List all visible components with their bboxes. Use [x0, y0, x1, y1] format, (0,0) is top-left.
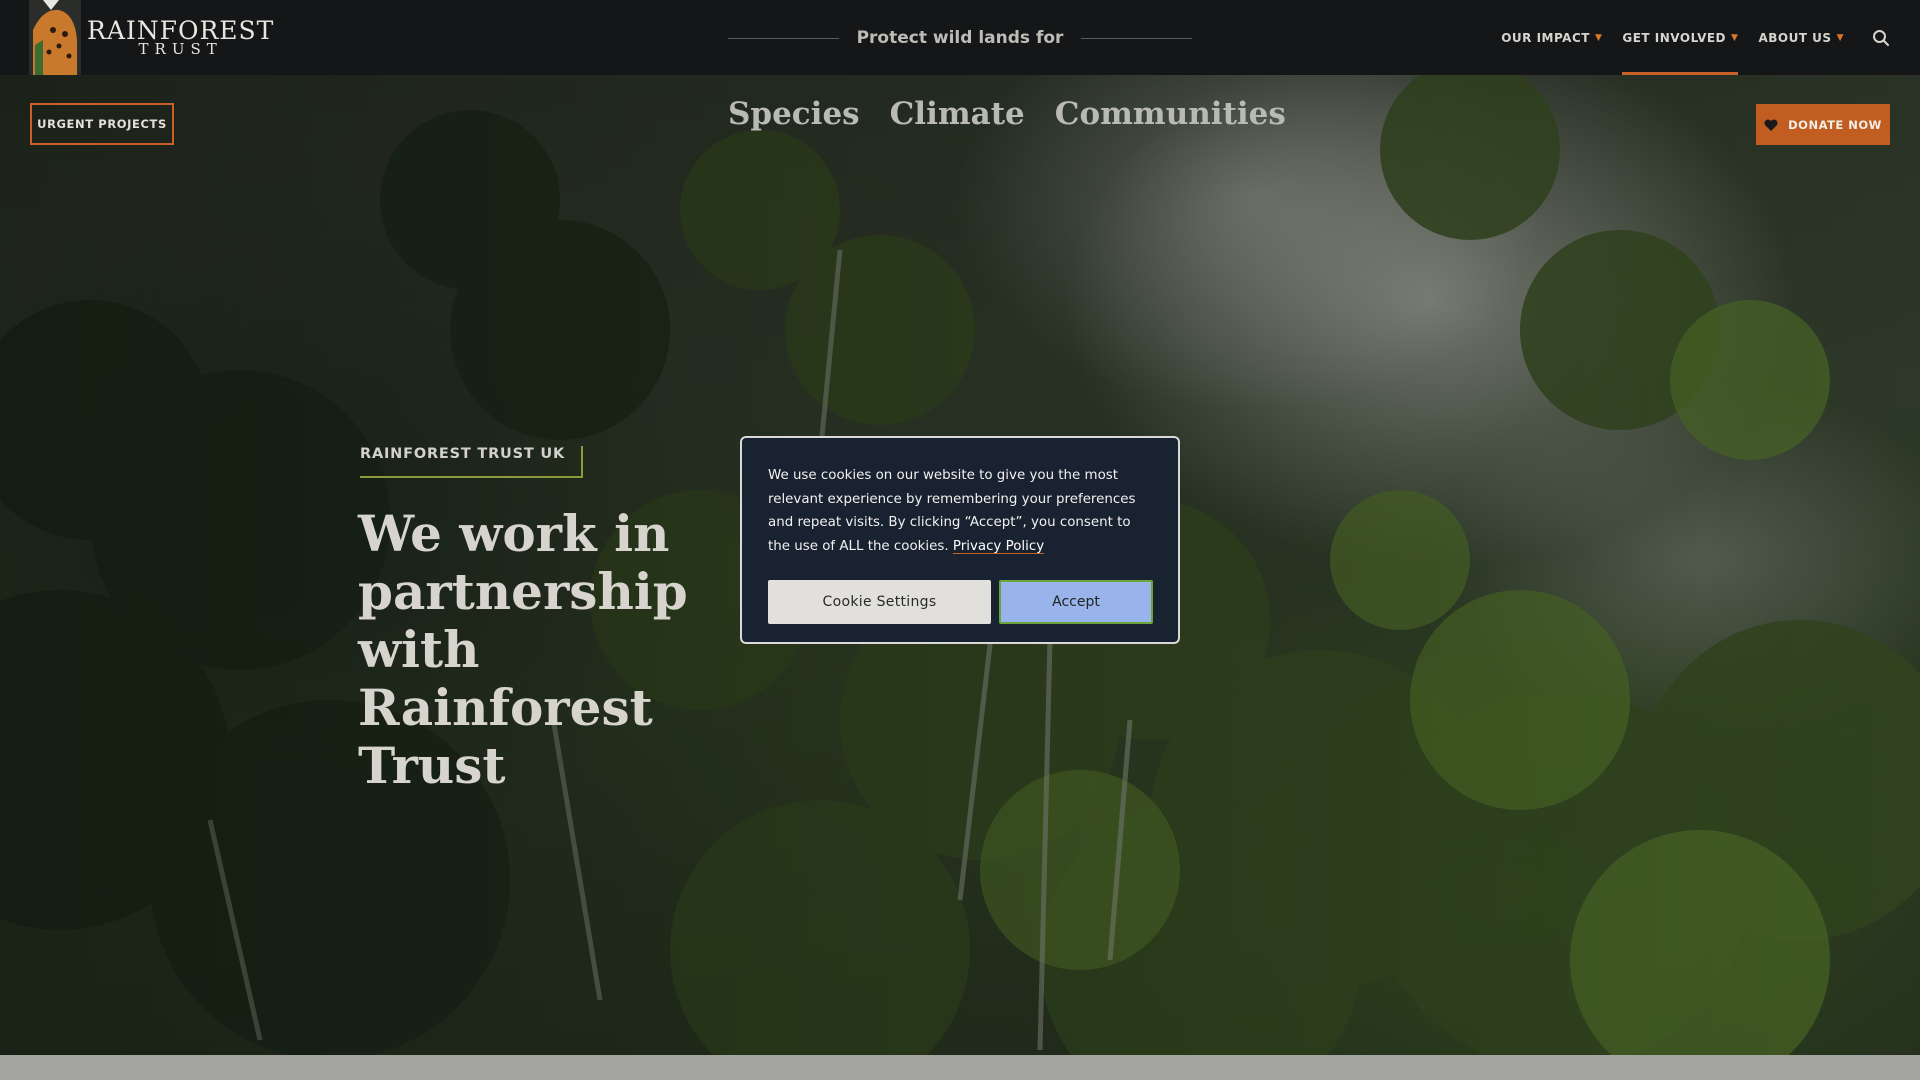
- nav-label: GET INVOLVED: [1622, 30, 1727, 45]
- pillar-communities[interactable]: Communities: [1055, 96, 1286, 132]
- pillar-species[interactable]: Species: [728, 96, 860, 132]
- site-logo[interactable]: RAINFOREST TRUST: [29, 0, 274, 75]
- tagline-text: Protect wild lands for: [856, 28, 1064, 48]
- nav-label: OUR IMPACT: [1501, 30, 1590, 45]
- cookie-buttons: Cookie Settings Accept: [768, 580, 1153, 624]
- urgent-projects-button[interactable]: URGENT PROJECTS: [30, 103, 174, 145]
- cookie-message-text: We use cookies on our website to give yo…: [768, 468, 1136, 554]
- site-header: RAINFOREST TRUST Protect wild lands for …: [0, 0, 1920, 75]
- logo-wordmark: RAINFOREST TRUST: [87, 18, 274, 57]
- chevron-down-icon: ▼: [1731, 32, 1739, 43]
- nav-about-us[interactable]: ABOUT US ▼: [1758, 0, 1844, 75]
- accept-cookies-button[interactable]: Accept: [999, 580, 1153, 624]
- heart-icon: [1764, 119, 1778, 131]
- page-bottom-strip: [0, 1055, 1920, 1080]
- nav-label: ABOUT US: [1758, 30, 1832, 45]
- chevron-down-icon: ▼: [1836, 32, 1844, 43]
- donate-label: DONATE NOW: [1788, 117, 1882, 132]
- jaguar-icon: [29, 0, 81, 75]
- hero-title: We work in partnership with Rainforest T…: [358, 504, 688, 795]
- search-icon[interactable]: [1872, 29, 1890, 47]
- main-nav: OUR IMPACT ▼ GET INVOLVED ▼ ABOUT US ▼: [1481, 0, 1890, 75]
- tagline-rule-right: [1081, 37, 1193, 39]
- privacy-policy-link[interactable]: Privacy Policy: [953, 539, 1044, 554]
- pillar-links: Species Climate Communities: [728, 96, 1316, 132]
- nav-our-impact[interactable]: OUR IMPACT ▼: [1501, 0, 1602, 75]
- donate-now-button[interactable]: DONATE NOW: [1756, 104, 1890, 145]
- header-tagline: Protect wild lands for: [728, 27, 1193, 49]
- tagline-rule-left: [728, 37, 839, 39]
- cookie-consent-dialog: We use cookies on our website to give yo…: [740, 436, 1180, 644]
- nav-get-involved[interactable]: GET INVOLVED ▼: [1622, 0, 1739, 75]
- cookie-settings-button[interactable]: Cookie Settings: [768, 580, 991, 624]
- pillar-climate[interactable]: Climate: [890, 96, 1025, 132]
- hero-eyebrow: RAINFOREST TRUST UK: [360, 446, 584, 478]
- page: RAINFOREST TRUST Protect wild lands for …: [0, 0, 1920, 1080]
- chevron-down-icon: ▼: [1594, 32, 1603, 43]
- cookie-message: We use cookies on our website to give yo…: [768, 464, 1152, 558]
